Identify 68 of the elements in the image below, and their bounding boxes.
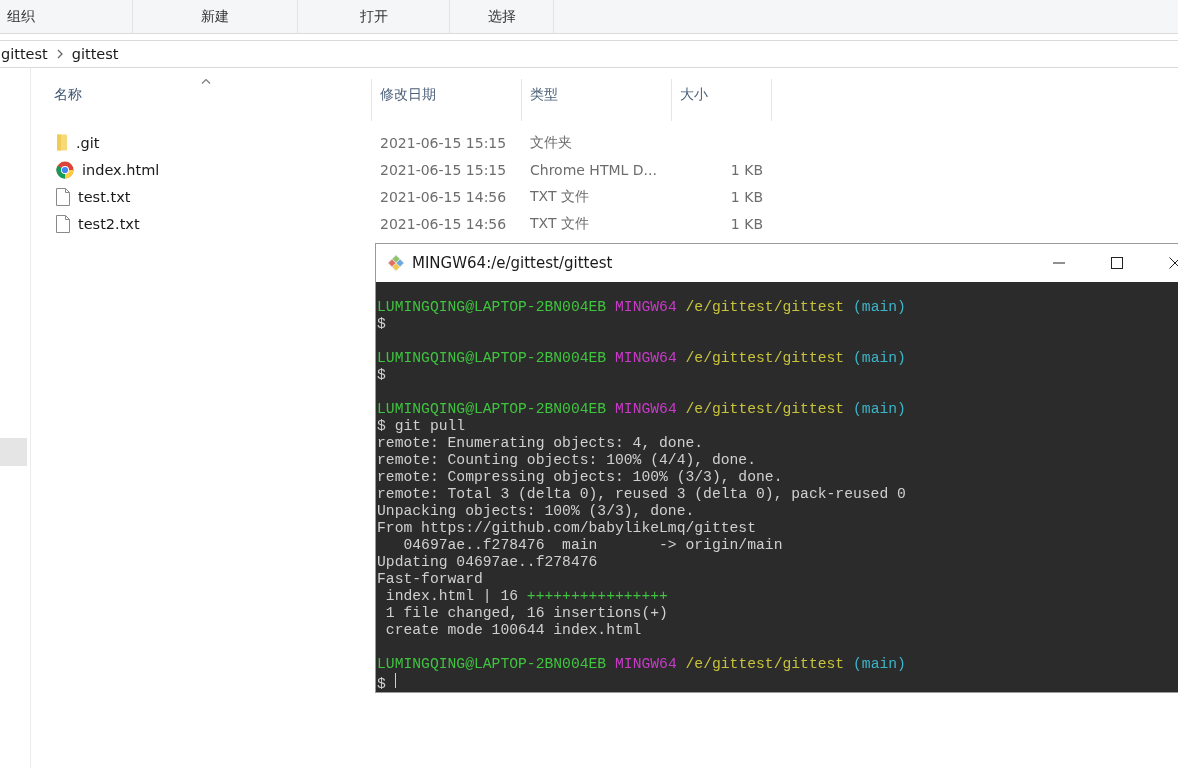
prompt-path: /e/gittest/gittest xyxy=(685,350,845,366)
modified-date: 2021-06-15 15:15 xyxy=(380,161,507,178)
prompt-shell: MINGW64 xyxy=(615,656,677,672)
window-title: MINGW64:/e/gittest/gittest xyxy=(412,254,613,272)
modified-date: 2021-06-15 14:56 xyxy=(380,215,507,232)
prompt-user-host: LUMINGQING@LAPTOP-2BN004EB xyxy=(377,350,607,366)
file-type: 文件夹 xyxy=(530,133,572,150)
file-name[interactable]: test2.txt xyxy=(78,215,140,232)
prompt-user-host: LUMINGQING@LAPTOP-2BN004EB xyxy=(377,299,607,315)
file-type: TXT 文件 xyxy=(530,214,589,231)
ribbon-group-label[interactable]: 组织 xyxy=(7,7,35,26)
prompt-path: /e/gittest/gittest xyxy=(685,299,845,315)
modified-date: 2021-06-15 15:15 xyxy=(380,134,507,151)
breadcrumb-item[interactable]: gittest xyxy=(71,46,119,62)
file-name[interactable]: test.txt xyxy=(78,188,131,205)
browser-icon xyxy=(56,160,74,179)
chevron-right-icon xyxy=(56,49,63,59)
file-icon xyxy=(56,187,70,206)
file-size: 1 KB xyxy=(730,215,763,232)
address-bar[interactable]: gittest gittest xyxy=(0,40,1178,68)
folder-icon xyxy=(56,134,68,151)
console-output-line: $ xyxy=(377,367,386,383)
console-output-line: 04697ae..f278476 main -> origin/main xyxy=(402,537,783,553)
maximize-icon[interactable] xyxy=(1111,257,1123,269)
console-output-line: Updating 04697ae..f278476 xyxy=(377,554,598,570)
breadcrumb-item[interactable]: gittest xyxy=(1,46,48,62)
input-prompt: $ xyxy=(377,676,386,692)
console-output-line: remote: Compressing objects: 100% (3/3), done. xyxy=(377,469,783,485)
prompt-shell: MINGW64 xyxy=(615,299,677,315)
prompt-branch: (main) xyxy=(853,401,906,417)
file-name[interactable]: index.html xyxy=(82,161,160,178)
file-size: 1 KB xyxy=(730,188,763,205)
diffstat-file: index.html | 16 xyxy=(384,588,520,604)
file-type: TXT 文件 xyxy=(530,187,589,204)
console-output-line: remote: Enumerating objects: 4, done. xyxy=(377,435,704,451)
console-output-line: From https://github.com/babylikeLmq/gittest xyxy=(377,520,756,536)
console-output-line: Fast-forward xyxy=(377,571,483,587)
file-icon xyxy=(56,214,70,233)
console-output-line: 1 file changed, 16 insertions(+) xyxy=(384,605,668,621)
diffstat-plus-signs: ++++++++++++++++ xyxy=(526,588,668,604)
column-header[interactable]: 名称 xyxy=(46,79,372,121)
prompt-branch: (main) xyxy=(853,299,906,315)
close-icon[interactable] xyxy=(1169,257,1178,269)
column-header[interactable]: 类型 xyxy=(522,79,672,121)
console-output-line: remote: Counting objects: 100% (4/4), done. xyxy=(377,452,756,468)
file-name[interactable]: .git xyxy=(76,134,100,151)
prompt-shell: MINGW64 xyxy=(615,401,677,417)
console-output-line: Unpacking objects: 100% (3/3), done. xyxy=(377,503,695,519)
prompt-shell: MINGW64 xyxy=(615,350,677,366)
ribbon-group-label[interactable]: 打开 xyxy=(359,7,388,26)
column-header[interactable]: 大小 xyxy=(672,79,772,121)
prompt-branch: (main) xyxy=(853,656,906,672)
sort-caret-icon xyxy=(201,78,211,84)
console-output-line: create mode 100644 index.html xyxy=(384,622,642,638)
ribbon-group-label[interactable]: 选择 xyxy=(487,7,516,26)
prompt-branch: (main) xyxy=(853,350,906,366)
prompt-path: /e/gittest/gittest xyxy=(685,401,845,417)
modified-date: 2021-06-15 14:56 xyxy=(380,188,507,205)
prompt-path: /e/gittest/gittest xyxy=(685,656,845,672)
console-output-line: $ git pull xyxy=(377,418,466,434)
column-header[interactable]: 修改日期 xyxy=(372,79,522,121)
file-type: Chrome HTML D... xyxy=(530,161,657,178)
ribbon-group-label[interactable]: 新建 xyxy=(201,7,229,26)
prompt-user-host: LUMINGQING@LAPTOP-2BN004EB xyxy=(377,656,607,672)
console-output-line: remote: Total 3 (delta 0), reused 3 (delta 0), pack-reused 0 xyxy=(377,486,906,502)
console-output-line: $ xyxy=(377,316,386,332)
file-size: 1 KB xyxy=(730,161,763,178)
prompt-user-host: LUMINGQING@LAPTOP-2BN004EB xyxy=(377,401,607,417)
